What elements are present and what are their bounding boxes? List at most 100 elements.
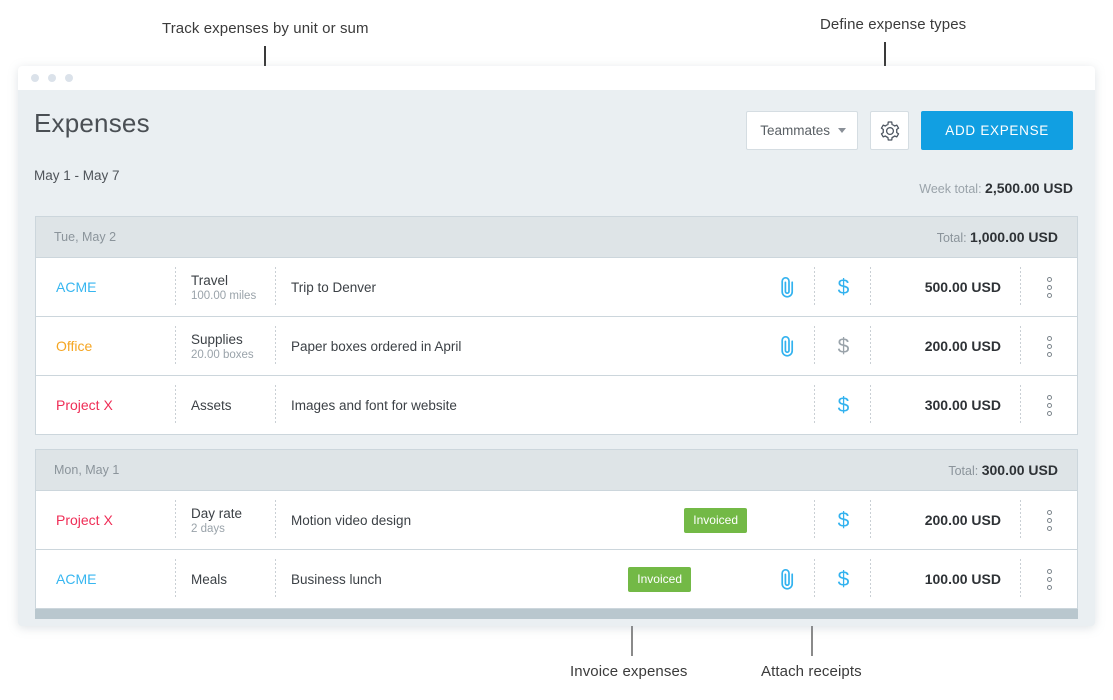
amount-value: 200.00 USD bbox=[924, 338, 1001, 354]
invoice-toggle-cell[interactable]: $ bbox=[815, 317, 871, 375]
client-cell[interactable]: ACME bbox=[36, 258, 176, 316]
description-cell[interactable]: Motion video design bbox=[276, 491, 639, 549]
amount-value: 300.00 USD bbox=[924, 397, 1001, 413]
gear-icon bbox=[880, 120, 899, 141]
badge-cell bbox=[639, 317, 759, 375]
date-range-label: May 1 - May 7 bbox=[34, 168, 120, 183]
amount-value: 200.00 USD bbox=[924, 512, 1001, 528]
dollar-icon: $ bbox=[837, 335, 849, 358]
svg-text:$: $ bbox=[837, 335, 849, 358]
row-menu-cell[interactable] bbox=[1021, 258, 1077, 316]
more-options-icon[interactable] bbox=[1046, 335, 1052, 357]
dollar-icon: $ bbox=[837, 568, 849, 591]
expense-type-cell[interactable]: Travel 100.00 miles bbox=[176, 258, 276, 316]
group-total-label: Total: bbox=[948, 464, 982, 478]
expense-group-header: Tue, May 2 Total: 1,000.00 USD bbox=[36, 217, 1077, 258]
chevron-down-icon bbox=[838, 128, 847, 133]
expense-row[interactable]: Project X Assets Images and font for web… bbox=[36, 376, 1077, 435]
attachment-cell[interactable] bbox=[759, 317, 815, 375]
client-name: Office bbox=[56, 338, 93, 354]
expense-type-cell[interactable]: Day rate 2 days bbox=[176, 491, 276, 549]
amount-value: 100.00 USD bbox=[924, 571, 1001, 587]
paperclip-icon bbox=[780, 568, 793, 590]
window-dot-close[interactable] bbox=[31, 74, 39, 82]
group-day-label: Mon, May 1 bbox=[54, 463, 120, 477]
expense-type-cell[interactable]: Meals bbox=[176, 550, 276, 608]
dollar-icon: $ bbox=[837, 394, 849, 417]
amount-cell: 300.00 USD bbox=[871, 376, 1021, 434]
group-total: Total: 1,000.00 USD bbox=[937, 229, 1058, 245]
window-dot-minimize[interactable] bbox=[48, 74, 56, 82]
more-options-icon[interactable] bbox=[1046, 509, 1052, 531]
screenshot-stage: Track expenses by unit or sum Define exp… bbox=[0, 0, 1113, 700]
attachment-cell[interactable] bbox=[759, 550, 815, 608]
amount-cell: 500.00 USD bbox=[871, 258, 1021, 316]
expense-group: Mon, May 1 Total: 300.00 USD Project X D… bbox=[35, 449, 1078, 609]
svg-text:$: $ bbox=[837, 568, 849, 591]
expense-row[interactable]: Office Supplies 20.00 boxes Paper boxes … bbox=[36, 317, 1077, 376]
description-cell[interactable]: Paper boxes ordered in April bbox=[276, 317, 639, 375]
client-name: ACME bbox=[56, 279, 97, 295]
browser-window: Expenses May 1 - May 7 Teammates ADD EXP… bbox=[18, 66, 1095, 626]
expenses-table: Tue, May 2 Total: 1,000.00 USD ACME Trav… bbox=[18, 216, 1095, 609]
group-total-value: 1,000.00 USD bbox=[970, 229, 1058, 245]
add-expense-button[interactable]: ADD EXPENSE bbox=[921, 111, 1073, 150]
expense-type-cell[interactable]: Assets bbox=[176, 376, 276, 434]
group-day-label: Tue, May 2 bbox=[54, 230, 117, 244]
expense-type-name: Day rate bbox=[191, 505, 243, 521]
group-total: Total: 300.00 USD bbox=[948, 462, 1058, 478]
svg-text:$: $ bbox=[837, 276, 849, 299]
invoice-toggle-cell[interactable]: $ bbox=[815, 376, 871, 434]
week-total-value: 2,500.00 USD bbox=[985, 180, 1073, 196]
attachment-cell[interactable] bbox=[759, 258, 815, 316]
client-cell[interactable]: Office bbox=[36, 317, 176, 375]
paperclip-icon bbox=[780, 335, 793, 357]
more-options-icon[interactable] bbox=[1046, 276, 1052, 298]
row-menu-cell[interactable] bbox=[1021, 376, 1077, 434]
status-badge-invoiced[interactable]: Invoiced bbox=[628, 566, 691, 592]
description-cell[interactable]: Trip to Denver bbox=[276, 258, 639, 316]
app-header: Expenses May 1 - May 7 Teammates ADD EXP… bbox=[18, 90, 1095, 216]
description-text: Motion video design bbox=[291, 512, 412, 528]
row-menu-cell[interactable] bbox=[1021, 491, 1077, 549]
client-cell[interactable]: Project X bbox=[36, 491, 176, 549]
annotation-label-invoice-expenses: Invoice expenses bbox=[570, 663, 688, 680]
description-cell[interactable]: Images and font for website bbox=[276, 376, 639, 434]
svg-text:$: $ bbox=[837, 509, 849, 532]
more-options-icon[interactable] bbox=[1046, 394, 1052, 416]
invoice-toggle-cell[interactable]: $ bbox=[815, 550, 871, 608]
client-name: Project X bbox=[56, 512, 113, 528]
status-badge-invoiced[interactable]: Invoiced bbox=[684, 507, 747, 533]
teammates-select[interactable]: Teammates bbox=[746, 111, 859, 150]
expense-row[interactable]: Project X Day rate 2 days Motion video d… bbox=[36, 491, 1077, 550]
expense-units: 2 days bbox=[191, 522, 225, 535]
expense-group-header: Mon, May 1 Total: 300.00 USD bbox=[36, 450, 1077, 491]
invoice-toggle-cell[interactable]: $ bbox=[815, 258, 871, 316]
attachment-cell[interactable] bbox=[759, 491, 815, 549]
week-total-label: Week total: bbox=[919, 182, 982, 196]
client-cell[interactable]: ACME bbox=[36, 550, 176, 608]
teammates-select-label: Teammates bbox=[760, 123, 831, 138]
table-bottom-bar bbox=[35, 609, 1078, 619]
dollar-icon: $ bbox=[837, 276, 849, 299]
expense-row[interactable]: ACME Travel 100.00 miles Trip to Denver … bbox=[36, 258, 1077, 317]
annotation-label-define-types: Define expense types bbox=[820, 16, 967, 33]
row-menu-cell[interactable] bbox=[1021, 317, 1077, 375]
paperclip-icon bbox=[780, 276, 793, 298]
expense-type-cell[interactable]: Supplies 20.00 boxes bbox=[176, 317, 276, 375]
description-text: Images and font for website bbox=[291, 397, 457, 413]
client-name: Project X bbox=[56, 397, 113, 413]
description-cell[interactable]: Business lunch bbox=[276, 550, 639, 608]
client-cell[interactable]: Project X bbox=[36, 376, 176, 434]
expense-row[interactable]: ACME Meals Business lunch Invoiced $ 100… bbox=[36, 550, 1077, 609]
expense-type-name: Supplies bbox=[191, 331, 243, 347]
expense-units: 20.00 boxes bbox=[191, 348, 254, 361]
amount-cell: 200.00 USD bbox=[871, 317, 1021, 375]
more-options-icon[interactable] bbox=[1046, 568, 1052, 590]
attachment-cell[interactable] bbox=[759, 376, 815, 434]
settings-button[interactable] bbox=[870, 111, 910, 150]
amount-cell: 200.00 USD bbox=[871, 491, 1021, 549]
invoice-toggle-cell[interactable]: $ bbox=[815, 491, 871, 549]
window-dot-maximize[interactable] bbox=[65, 74, 73, 82]
row-menu-cell[interactable] bbox=[1021, 550, 1077, 608]
